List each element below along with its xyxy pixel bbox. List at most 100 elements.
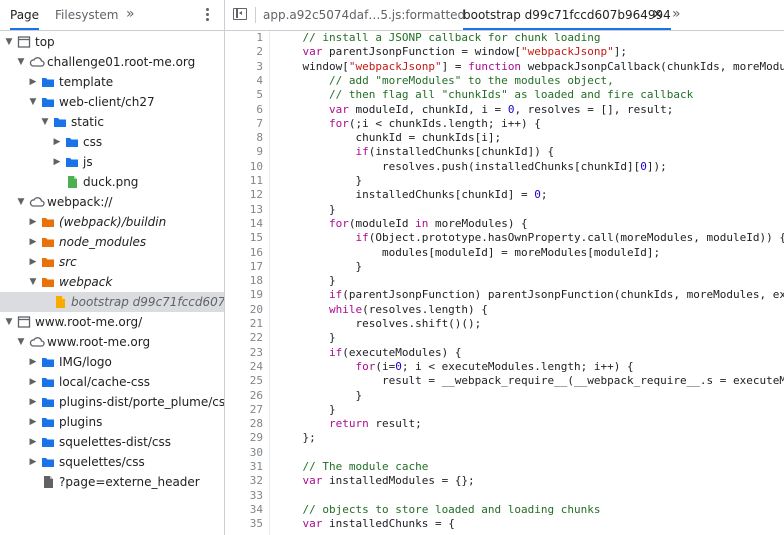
tree-item[interactable]: ▶ squelettes/css	[0, 452, 224, 472]
collapse-arrow-icon[interactable]: ▼	[16, 52, 26, 72]
tree-item[interactable]: ▶ css	[0, 132, 224, 152]
tree-item[interactable]: ▶ IMG/logo	[0, 352, 224, 372]
tree-item[interactable]: ▼ web-client/ch27	[0, 92, 224, 112]
more-editor-tabs-icon[interactable]: »	[672, 0, 681, 30]
code-text: installedChunks[chunkId] = 0;	[276, 188, 548, 202]
collapse-arrow-icon[interactable]: ▼	[16, 332, 26, 352]
line-number[interactable]: 22	[225, 331, 263, 345]
folder-icon	[41, 455, 55, 469]
cloud-icon	[29, 195, 45, 209]
line-number[interactable]: 34	[225, 503, 263, 517]
collapse-arrow-icon[interactable]: ▼	[16, 192, 26, 212]
tree-item[interactable]: ▼ static	[0, 112, 224, 132]
cloud-icon	[29, 55, 45, 69]
expand-arrow-icon[interactable]: ▶	[52, 152, 62, 172]
expand-arrow-icon[interactable]: ▶	[28, 232, 38, 252]
collapse-arrow-icon[interactable]: ▼	[40, 112, 50, 132]
line-number[interactable]: 8	[225, 131, 263, 145]
line-number[interactable]: 14	[225, 217, 263, 231]
tree-item[interactable]: ▶ squelettes-dist/css	[0, 432, 224, 452]
tree-item[interactable]: ▶ js	[0, 152, 224, 172]
expand-arrow-icon[interactable]: ▶	[28, 452, 38, 472]
code-line: 28 return result;	[225, 417, 784, 431]
line-number[interactable]: 24	[225, 360, 263, 374]
cloud-icon	[29, 335, 45, 349]
tree-item[interactable]: ▶ node_modules	[0, 232, 224, 252]
expand-arrow-icon[interactable]: ▶	[28, 392, 38, 412]
line-number[interactable]: 6	[225, 103, 263, 117]
file-icon	[53, 295, 67, 309]
code-text: for(;i < chunkIds.length; i++) {	[276, 116, 541, 130]
collapse-arrow-icon[interactable]: ▼	[28, 92, 38, 112]
line-number[interactable]: 25	[225, 374, 263, 388]
code-line: 6 var moduleId, chunkId, i = 0, resolves…	[225, 103, 784, 117]
editor-tab-bootstrap[interactable]: bootstrap d99c71fccd607b964994	[463, 0, 671, 30]
tree-item[interactable]: bootstrap d99c71fccd607b964994	[0, 292, 224, 312]
expand-arrow-icon[interactable]: ▶	[28, 352, 38, 372]
tab-page[interactable]: Page	[10, 0, 40, 30]
line-number[interactable]: 17	[225, 260, 263, 274]
expand-arrow-icon[interactable]: ▶	[28, 412, 38, 432]
toggle-navigator-icon[interactable]	[233, 8, 247, 20]
line-number[interactable]: 15	[225, 231, 263, 245]
line-number[interactable]: 23	[225, 346, 263, 360]
collapse-arrow-icon[interactable]: ▼	[4, 312, 14, 332]
line-number[interactable]: 1	[225, 31, 263, 45]
expand-arrow-icon[interactable]: ▶	[28, 372, 38, 392]
tree-item[interactable]: ▶ (webpack)/buildin	[0, 212, 224, 232]
tree-item[interactable]: ?page=externe_header	[0, 472, 224, 492]
line-number[interactable]: 35	[225, 517, 263, 531]
line-number[interactable]: 5	[225, 88, 263, 102]
code-text: result = __webpack_require__(__webpack_r…	[381, 374, 784, 388]
close-tab-icon[interactable]: ×	[652, 0, 663, 30]
line-number[interactable]: 13	[225, 203, 263, 217]
more-options-icon[interactable]	[203, 6, 211, 24]
code-line: 7 for(;i < chunkIds.length; i++) {	[225, 117, 784, 131]
collapse-arrow-icon[interactable]: ▼	[4, 32, 14, 52]
more-tabs-icon[interactable]: »	[126, 0, 135, 30]
tree-item[interactable]: ▼ webpack	[0, 272, 224, 292]
line-number[interactable]: 2	[225, 45, 263, 59]
tree-item[interactable]: ▼ webpack://	[0, 192, 224, 212]
tree-item[interactable]: ▶ plugins-dist/porte_plume/css	[0, 392, 224, 412]
line-number[interactable]: 21	[225, 317, 263, 331]
line-number[interactable]: 10	[225, 160, 263, 174]
line-number[interactable]: 31	[225, 460, 263, 474]
line-number[interactable]: 29	[225, 431, 263, 445]
line-number[interactable]: 32	[225, 474, 263, 488]
line-number[interactable]: 33	[225, 489, 263, 503]
tree-item[interactable]: ▼ challenge01.root-me.org	[0, 52, 224, 72]
tree-item[interactable]: ▶ local/cache-css	[0, 372, 224, 392]
expand-arrow-icon[interactable]: ▶	[28, 212, 38, 232]
line-number[interactable]: 27	[225, 403, 263, 417]
line-number[interactable]: 26	[225, 389, 263, 403]
tree-item[interactable]: ▶ template	[0, 72, 224, 92]
expand-arrow-icon[interactable]: ▶	[28, 72, 38, 92]
line-number[interactable]: 9	[225, 145, 263, 159]
tree-item[interactable]: ▶ plugins	[0, 412, 224, 432]
editor-tab-app-js[interactable]: app.a92c5074daf…5.js:formatted	[263, 0, 465, 30]
tree-item[interactable]: duck.png	[0, 172, 224, 192]
line-number[interactable]: 30	[225, 446, 263, 460]
expand-arrow-icon[interactable]: ▶	[52, 132, 62, 152]
tree-item[interactable]: ▼ www.root-me.org/	[0, 312, 224, 332]
expand-arrow-icon[interactable]: ▶	[28, 252, 38, 272]
line-number[interactable]: 28	[225, 417, 263, 431]
line-number[interactable]: 19	[225, 288, 263, 302]
tab-filesystem[interactable]: Filesystem	[55, 0, 118, 30]
code-text: var parentJsonpFunction = window["webpac…	[276, 45, 628, 59]
tree-item[interactable]: ▶ src	[0, 252, 224, 272]
line-number[interactable]: 4	[225, 74, 263, 88]
expand-arrow-icon[interactable]: ▶	[28, 432, 38, 452]
line-number[interactable]: 7	[225, 117, 263, 131]
line-number[interactable]: 11	[225, 174, 263, 188]
line-number[interactable]: 12	[225, 188, 263, 202]
line-number[interactable]: 20	[225, 303, 263, 317]
line-number[interactable]: 3	[225, 60, 263, 74]
line-number[interactable]: 16	[225, 246, 263, 260]
folder-icon	[41, 215, 55, 229]
tree-item[interactable]: ▼ top	[0, 32, 224, 52]
tree-item[interactable]: ▼ www.root-me.org	[0, 332, 224, 352]
collapse-arrow-icon[interactable]: ▼	[28, 272, 38, 292]
line-number[interactable]: 18	[225, 274, 263, 288]
